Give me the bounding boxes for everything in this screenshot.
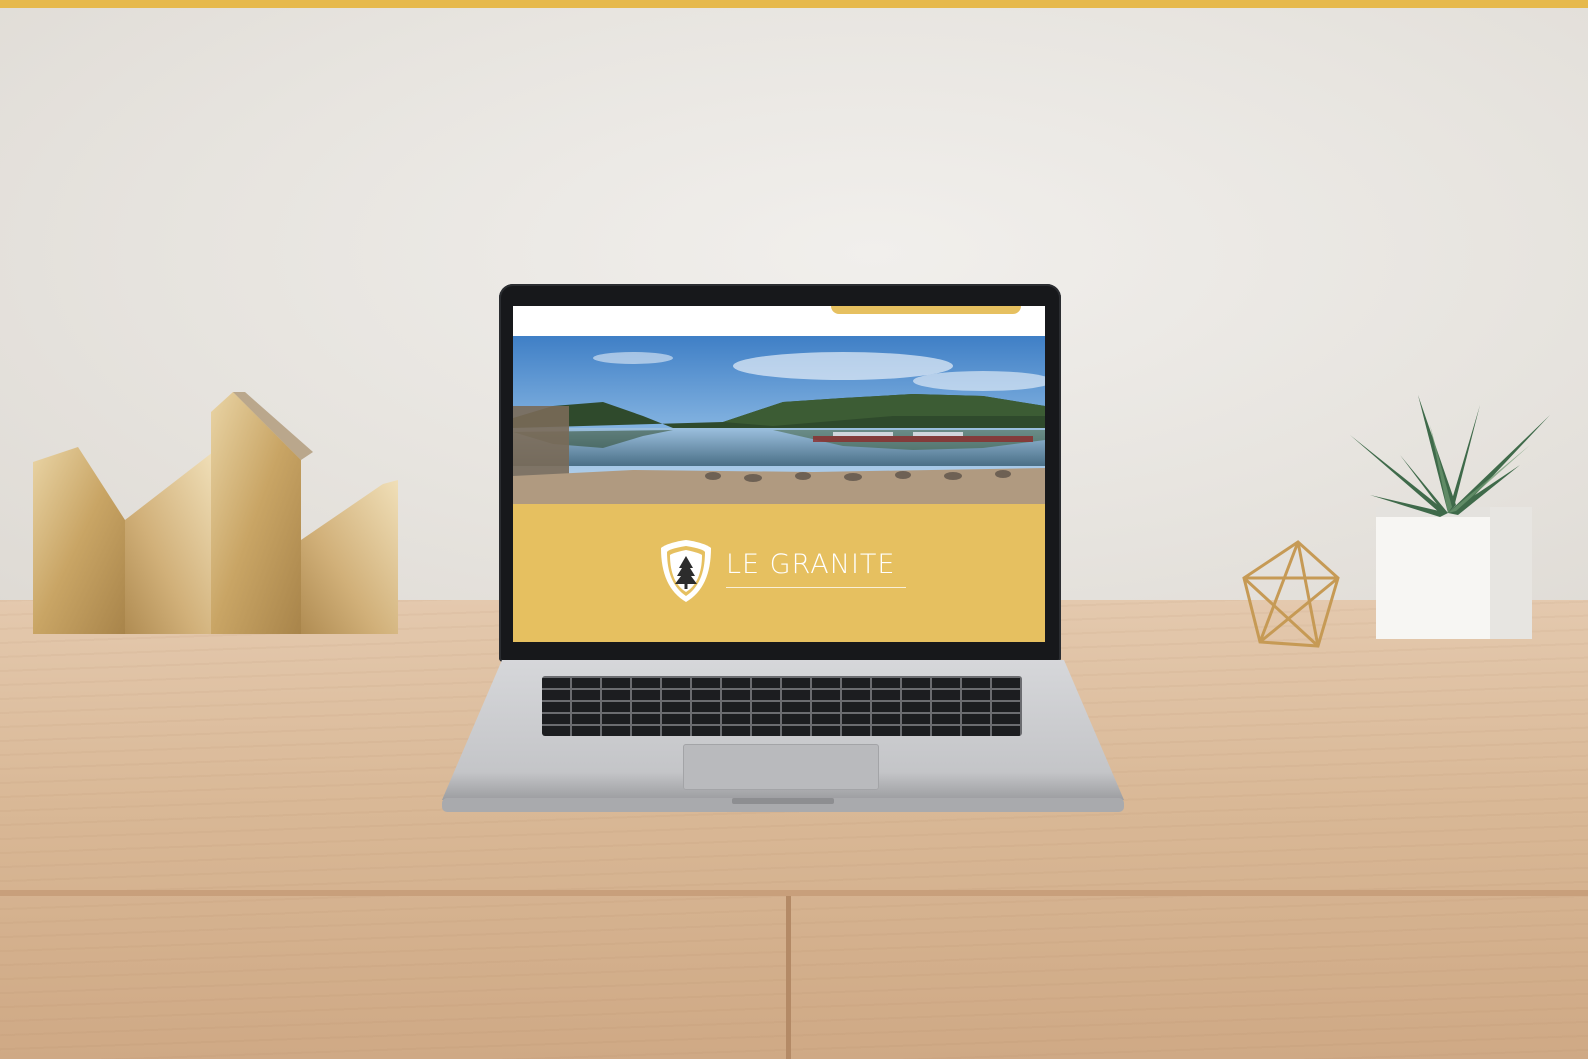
brand-band: LE GRANITE	[513, 504, 1045, 642]
site-header	[513, 306, 1045, 336]
brand-name[interactable]: LE GRANITE	[726, 550, 916, 580]
pine-tree-shield-icon[interactable]	[659, 538, 713, 604]
header-tab[interactable]	[831, 306, 1021, 314]
hero-image	[513, 336, 1045, 504]
top-accent-bar	[0, 0, 1588, 8]
succulent-plant-pot	[1330, 395, 1560, 640]
brand-underline	[726, 587, 906, 588]
laptop-screen: LE GRANITE	[513, 306, 1045, 642]
laptop-trackpad	[683, 744, 879, 790]
brass-mountain-vase	[33, 392, 403, 634]
laptop-keyboard	[542, 676, 1022, 736]
desk-edge	[0, 890, 1588, 896]
drawer-gap	[786, 896, 791, 1059]
